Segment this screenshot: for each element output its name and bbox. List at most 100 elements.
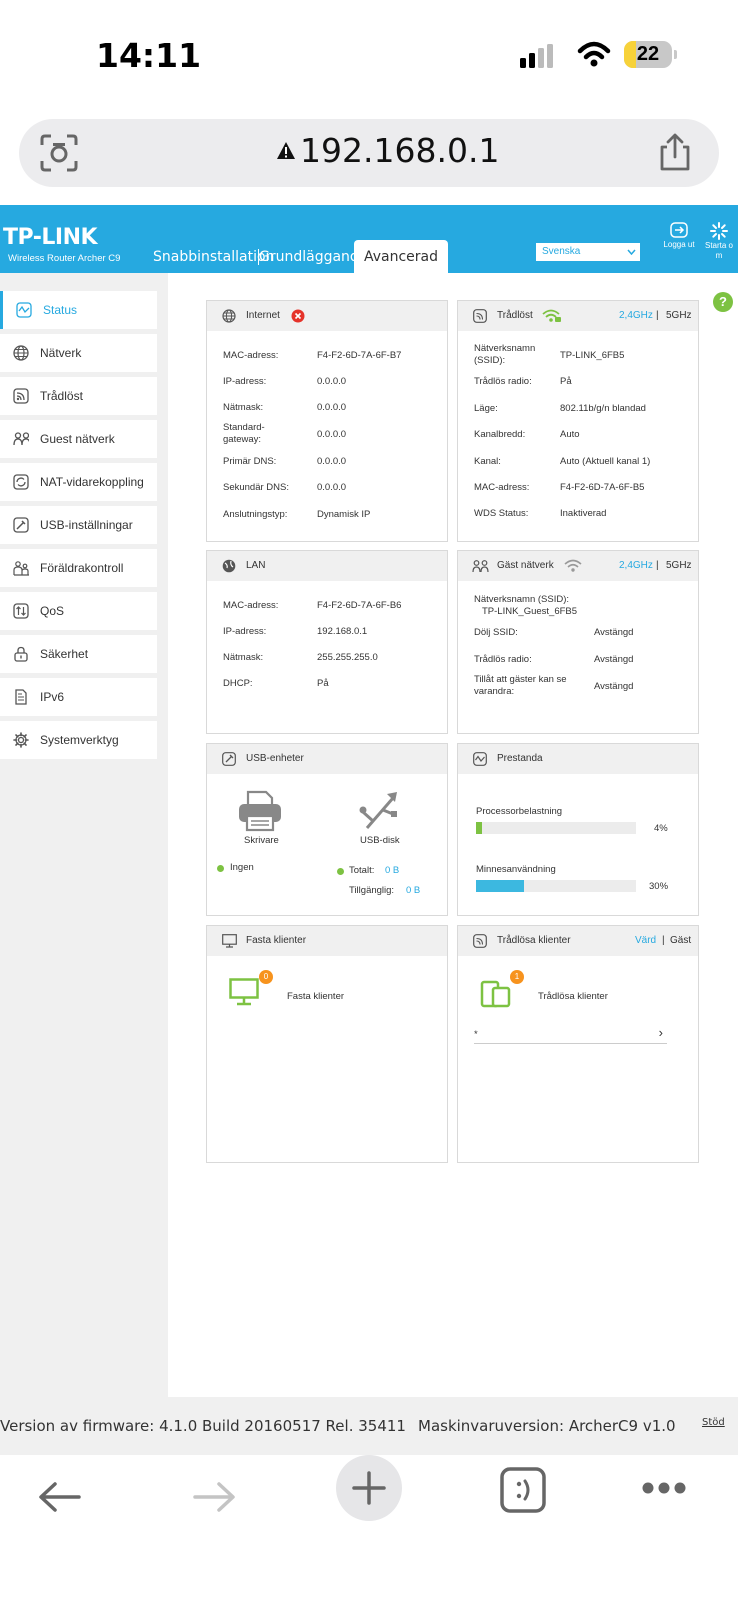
- printer-status-dot: [217, 865, 224, 872]
- sidebar-item-label: Säkerhet: [40, 647, 89, 661]
- wired-clients-panel-header: Fasta klienter: [207, 926, 447, 956]
- url-text[interactable]: 192.168.0.1: [300, 131, 499, 170]
- usb-symbol-icon: [359, 792, 397, 829]
- sidebar-item-guest[interactable]: Guest nätverk: [0, 420, 157, 458]
- sidebar-item-natverk[interactable]: Nätverk: [0, 334, 157, 372]
- sidebar-item-nat[interactable]: NAT-vidarekoppling: [0, 463, 157, 501]
- guest-value: Avstängd: [594, 681, 634, 692]
- firmware-version: Version av firmware: 4.1.0 Build 2016051…: [0, 1417, 406, 1435]
- guest-title: Gäst nätverk: [497, 560, 554, 571]
- wireless-label: MAC-adress:: [474, 482, 530, 493]
- camera-scan-icon[interactable]: [39, 133, 79, 173]
- internet-label: IP-adress:: [223, 376, 267, 387]
- gear-icon: [13, 732, 29, 748]
- help-button[interactable]: ?: [713, 292, 733, 312]
- client-row[interactable]: * ›: [474, 1024, 667, 1044]
- wireless-band-24-link[interactable]: 2,4GHz: [619, 301, 653, 331]
- warning-icon: [277, 142, 295, 159]
- guest-label: Dölj SSID:: [474, 627, 518, 638]
- disk-status-dot: [337, 868, 344, 875]
- browser-toolbar: [0, 1455, 738, 1600]
- lan-title: LAN: [246, 560, 266, 571]
- guest-value: Avstängd: [594, 654, 634, 665]
- parental-icon: [13, 561, 29, 576]
- sidebar-item-label: Systemverktyg: [40, 733, 119, 747]
- forward-arrow-icon[interactable]: [191, 1479, 237, 1515]
- sidebar-item-status[interactable]: Status: [0, 291, 157, 329]
- guest-ssid-label: Nätverksnamn (SSID):: [474, 594, 570, 605]
- internet-label: Standard- gateway:: [223, 422, 265, 445]
- plus-icon: [352, 1471, 386, 1505]
- sidebar-item-systemverktyg[interactable]: Systemverktyg: [0, 721, 157, 759]
- client-separator: |: [662, 935, 665, 946]
- sidebar-item-label: USB-inställningar: [40, 518, 133, 532]
- internet-panel-header: Internet: [207, 301, 447, 331]
- wireless-value: På: [560, 376, 572, 387]
- internet-value: 0.0.0.0: [317, 402, 347, 413]
- tabs-icon[interactable]: [500, 1467, 546, 1513]
- host-clients-link[interactable]: Värd: [635, 926, 656, 956]
- wireless-label: Trådlös radio:: [474, 376, 532, 387]
- disk-available-value: 0 B: [406, 885, 421, 896]
- sidebar-item-foraldrakontroll[interactable]: Föräldrakontroll: [0, 549, 157, 587]
- support-link[interactable]: Stöd: [702, 1417, 725, 1428]
- wireless-panel-header: Trådlöst 2,4GHz | 5GHz: [458, 301, 698, 331]
- reboot-button[interactable]: Starta o m: [700, 222, 738, 264]
- sidebar-item-ipv6[interactable]: IPv6: [0, 678, 157, 716]
- performance-panel: Prestanda Processorbelastning 4% Minnesa…: [457, 743, 699, 916]
- lock-icon: [14, 646, 28, 662]
- language-select[interactable]: Svenska: [536, 243, 640, 261]
- sidebar-item-label: Status: [43, 303, 78, 317]
- wireless-label: Kanalbredd:: [474, 429, 526, 440]
- back-arrow-icon[interactable]: [37, 1479, 83, 1515]
- wireless-label: WDS Status:: [474, 508, 529, 519]
- monitor-client-icon: [229, 978, 259, 1006]
- internet-label: Sekundär DNS:: [223, 482, 290, 493]
- wireless-band-5-link[interactable]: 5GHz: [666, 301, 692, 331]
- cellular-signal-icon: [520, 44, 553, 68]
- guest-label: Tillåt att gäster kan se varandra:: [474, 674, 567, 697]
- internet-value: F4-F2-6D-7A-6F-B7: [317, 350, 402, 361]
- memory-label: Minnesanvändning: [476, 864, 556, 875]
- disk-total-label: Totalt:: [349, 865, 375, 876]
- disk-total-value: 0 B: [385, 865, 400, 876]
- wireless-value: 802.11b/g/n blandad: [560, 403, 646, 414]
- band-separator: |: [656, 310, 659, 321]
- wireless-title: Trådlöst: [497, 310, 533, 321]
- battery-cap: [674, 50, 677, 59]
- wired-clients-title: Fasta klienter: [246, 935, 307, 946]
- guest-band-5-link[interactable]: 5GHz: [666, 551, 692, 581]
- internet-value: 0.0.0.0: [317, 376, 347, 387]
- wireless-label: Nätverksnamn (SSID):: [474, 343, 536, 366]
- sidebar-item-qos[interactable]: QoS: [0, 592, 157, 630]
- guest-clients-link[interactable]: Gäst: [670, 926, 691, 956]
- language-value: Svenska: [542, 246, 581, 257]
- new-tab-button[interactable]: [336, 1455, 402, 1521]
- tab-snabbinstallation[interactable]: Snabbinstallation: [153, 249, 274, 265]
- chevron-right-icon: ›: [658, 1025, 663, 1040]
- wireless-value: Auto: [560, 429, 580, 440]
- tab-avancerad[interactable]: Avancerad: [354, 240, 448, 273]
- reboot-label: Starta o m: [704, 241, 733, 260]
- logout-button[interactable]: Logga ut: [658, 222, 700, 264]
- lan-panel-header: LAN: [207, 551, 447, 581]
- more-icon[interactable]: [641, 1481, 687, 1495]
- memory-value: 30%: [649, 881, 669, 892]
- internet-label: Primär DNS:: [223, 456, 277, 467]
- internet-value: Dynamisk IP: [317, 509, 371, 520]
- sidebar-item-usb[interactable]: USB-inställningar: [0, 506, 157, 544]
- wireless-clients-panel: Trådlösa klienter Värd | Gäst 1 Trådlösa…: [457, 925, 699, 1163]
- monitor-icon: [222, 934, 237, 948]
- share-icon[interactable]: [658, 132, 692, 172]
- printer-status: Ingen: [230, 862, 254, 873]
- tab-grundlaggande[interactable]: Grundläggande: [259, 249, 367, 265]
- wired-clients-panel: Fasta klienter 0 Fasta klienter: [206, 925, 448, 1163]
- sidebar-item-tradlost[interactable]: Trådlöst: [0, 377, 157, 415]
- lan-label: IP-adress:: [223, 626, 267, 637]
- chevron-down-icon: [627, 249, 636, 255]
- sidebar-item-label: IPv6: [40, 690, 65, 704]
- guest-band-24-link[interactable]: 2,4GHz: [619, 551, 653, 581]
- sidebar-item-sakerhet[interactable]: Säkerhet: [0, 635, 157, 673]
- wireless-icon: [473, 309, 487, 323]
- ios-status-bar: 14:11 22: [0, 0, 738, 110]
